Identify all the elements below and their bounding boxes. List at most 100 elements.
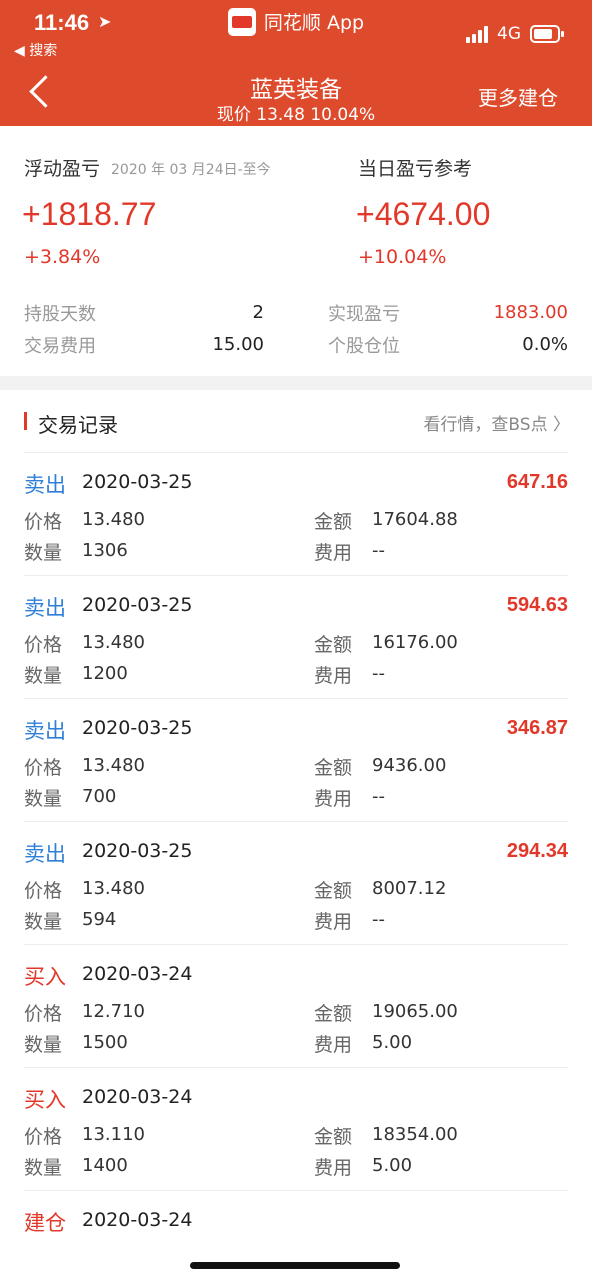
- price-label: 价格: [24, 757, 63, 779]
- trade-record-item[interactable]: 卖出 2020-03-25 647.16 价格 13.480 数量 1306 金…: [24, 452, 568, 575]
- qty-value: 594: [82, 909, 117, 930]
- amount-label: 金额: [314, 511, 353, 533]
- trade-type: 卖出: [24, 719, 66, 743]
- amount-value: 9436.00: [372, 755, 447, 776]
- trade-record-item[interactable]: 买入 2020-03-24 价格 13.110 数量 1400 金额 18354…: [24, 1067, 568, 1190]
- view-market-link[interactable]: 看行情，查BS点 〉: [423, 410, 570, 435]
- qty-value: 1200: [82, 663, 128, 684]
- trade-profit: 294.34: [506, 840, 568, 862]
- qty-label: 数量: [24, 1157, 63, 1179]
- trade-date: 2020-03-24: [82, 1209, 193, 1231]
- fee-value: --: [372, 540, 385, 561]
- qty-label: 数量: [24, 788, 63, 810]
- trade-record-item[interactable]: 卖出 2020-03-25 294.34 价格 13.480 数量 594 金额…: [24, 821, 568, 944]
- fee-label: 费用: [314, 542, 353, 564]
- app-logo-icon: [227, 8, 256, 36]
- trade-date: 2020-03-24: [82, 963, 193, 985]
- trade-date: 2020-03-24: [82, 1086, 193, 1108]
- qty-label: 数量: [24, 1034, 63, 1056]
- price-label: 价格: [24, 1126, 63, 1148]
- fee-value: --: [372, 786, 385, 807]
- trade-record-item[interactable]: 卖出 2020-03-25 346.87 价格 13.480 数量 700 金额…: [24, 698, 568, 821]
- amount-value: 19065.00: [372, 1001, 458, 1022]
- qty-label: 数量: [24, 665, 63, 687]
- day-value: +4674.00: [356, 196, 491, 232]
- price-value: 13.480: [82, 755, 145, 776]
- trade-date: 2020-03-25: [82, 594, 193, 616]
- fee-value: --: [372, 663, 385, 684]
- price-label: 价格: [24, 1003, 63, 1025]
- price-value: 13.480: [82, 509, 145, 530]
- section-accent-bar: [24, 412, 27, 430]
- fee-value: --: [372, 909, 385, 930]
- trade-type: 卖出: [24, 596, 66, 620]
- trade-profit: 647.16: [506, 471, 568, 493]
- trade-date: 2020-03-25: [82, 717, 193, 739]
- amount-label: 金额: [314, 1003, 353, 1025]
- trade-date: 2020-03-25: [82, 840, 193, 862]
- fee-label: 费用: [314, 1034, 353, 1056]
- network-label: 4G: [497, 24, 521, 44]
- float-value: +1818.77: [22, 196, 157, 232]
- trade-record-item[interactable]: 买入 2020-03-24 价格 12.710 数量 1500 金额 19065…: [24, 944, 568, 1067]
- amount-label: 金额: [314, 757, 353, 779]
- fee-label: 费用: [314, 788, 353, 810]
- amount-value: 16176.00: [372, 632, 458, 653]
- price-label: 价格: [24, 880, 63, 902]
- records-title: 交易记录: [38, 413, 118, 437]
- signal-icon: [466, 25, 492, 43]
- amount-label: 金额: [314, 634, 353, 656]
- fee-value: 5.00: [372, 1155, 413, 1176]
- day-label: 当日盈亏参考: [358, 158, 473, 180]
- trade-record-item[interactable]: 卖出 2020-03-25 594.63 价格 13.480 数量 1200 金…: [24, 575, 568, 698]
- amount-value: 17604.88: [372, 509, 458, 530]
- app-name: 同花顺 App: [263, 12, 365, 34]
- hold-days-value: 2: [252, 302, 264, 323]
- records-header: 交易记录 看行情，查BS点 〉: [0, 390, 592, 452]
- position-value: 0.0%: [522, 334, 568, 355]
- profit-summary: 浮动盈亏 2020 年 03 月24日-至今 +1818.77 +3.84% 当…: [0, 126, 592, 376]
- battery-icon: [530, 25, 564, 43]
- float-label: 浮动盈亏: [24, 158, 101, 180]
- trade-type: 买入: [24, 965, 66, 989]
- amount-label: 金额: [314, 1126, 353, 1148]
- realized-value: 1883.00: [493, 302, 568, 323]
- fee-value: 5.00: [372, 1032, 413, 1053]
- price-label: 价格: [24, 634, 63, 656]
- float-range: 2020 年 03 月24日-至今: [111, 162, 271, 178]
- qty-value: 1400: [82, 1155, 128, 1176]
- trade-type: 卖出: [24, 473, 66, 497]
- qty-label: 数量: [24, 911, 63, 933]
- trade-profit: 346.87: [506, 717, 568, 739]
- top-bar: 11:46 ➤ ◀ 搜索 同花顺 App 4G 蓝英装备 现价 13.48 10…: [0, 0, 592, 126]
- amount-value: 8007.12: [372, 878, 447, 899]
- realized-label: 实现盈亏: [328, 304, 400, 325]
- hold-days-label: 持股天数: [24, 304, 96, 325]
- trade-profit: 594.63: [506, 594, 568, 616]
- qty-value: 1306: [82, 540, 128, 561]
- trade-type: 卖出: [24, 842, 66, 866]
- price-value: 12.710: [82, 1001, 145, 1022]
- price-value: 13.480: [82, 878, 145, 899]
- status-back-link[interactable]: ◀ 搜索: [14, 40, 57, 60]
- trade-record-list: 卖出 2020-03-25 647.16 价格 13.480 数量 1306 金…: [0, 452, 592, 1280]
- qty-label: 数量: [24, 542, 63, 564]
- qty-value: 700: [82, 786, 117, 807]
- price-value: 13.110: [82, 1124, 145, 1145]
- trade-date: 2020-03-25: [82, 471, 193, 493]
- amount-label: 金额: [314, 880, 353, 902]
- fee-label: 费用: [314, 665, 353, 687]
- qty-value: 1500: [82, 1032, 128, 1053]
- fee-label: 交易费用: [24, 336, 96, 357]
- home-indicator[interactable]: [190, 1262, 400, 1269]
- fee-label: 费用: [314, 911, 353, 933]
- fee-value: 15.00: [212, 334, 264, 355]
- price-value: 13.480: [82, 632, 145, 653]
- more-build-button[interactable]: 更多建仓: [478, 82, 558, 111]
- position-label: 个股仓位: [328, 336, 400, 357]
- trade-type: 买入: [24, 1088, 66, 1112]
- section-divider: [0, 376, 592, 390]
- fee-label: 费用: [314, 1157, 353, 1179]
- trade-type: 建仓: [24, 1211, 66, 1235]
- float-pct: +3.84%: [24, 246, 101, 268]
